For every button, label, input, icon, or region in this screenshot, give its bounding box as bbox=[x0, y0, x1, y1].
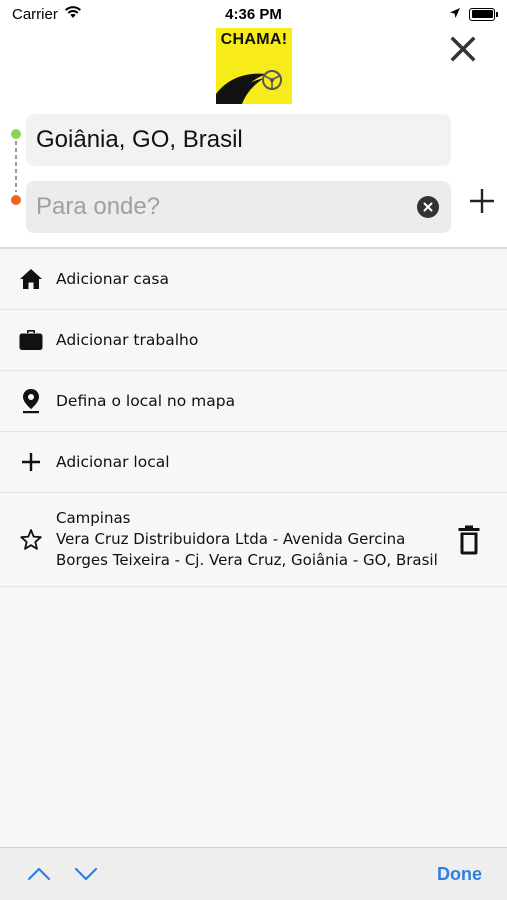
next-field-button[interactable] bbox=[72, 862, 100, 886]
saved-place-name: Campinas bbox=[56, 509, 131, 527]
road-swoosh-icon bbox=[216, 70, 282, 104]
location-arrow-icon bbox=[449, 6, 461, 23]
map-pin-icon bbox=[18, 388, 44, 414]
plus-icon bbox=[18, 449, 44, 475]
origin-value: Goiânia, GO, Brasil bbox=[36, 126, 243, 153]
origin-field[interactable]: Goiânia, GO, Brasil bbox=[26, 114, 451, 166]
list-item-add-work[interactable]: Adicionar trabalho bbox=[0, 310, 507, 371]
destination-input[interactable] bbox=[36, 193, 406, 221]
home-icon bbox=[18, 266, 44, 292]
battery-icon bbox=[469, 7, 498, 21]
chevron-up-icon bbox=[27, 867, 51, 881]
list-item-set-on-map[interactable]: Defina o local no mapa bbox=[0, 371, 507, 432]
plus-icon bbox=[470, 189, 494, 213]
saved-place-address: Vera Cruz Distribuidora Ltda - Avenida G… bbox=[56, 530, 438, 569]
list-item-label: Adicionar local bbox=[56, 453, 170, 471]
route-line bbox=[11, 129, 21, 205]
previous-field-button[interactable] bbox=[25, 862, 53, 886]
wifi-icon bbox=[64, 5, 82, 23]
list-item-add-home[interactable]: Adicionar casa bbox=[0, 249, 507, 310]
close-icon bbox=[450, 36, 476, 62]
clear-icon bbox=[423, 202, 433, 212]
status-bar: Carrier 4:36 PM bbox=[0, 0, 507, 28]
status-left: Carrier bbox=[12, 5, 82, 23]
destination-field[interactable] bbox=[26, 181, 451, 233]
app-logo: CHAMA! bbox=[216, 28, 292, 104]
destination-dot bbox=[11, 195, 21, 205]
saved-place-item[interactable]: Campinas Vera Cruz Distribuidora Ltda - … bbox=[0, 493, 507, 587]
done-button[interactable]: Done bbox=[437, 864, 482, 885]
status-right bbox=[449, 6, 498, 23]
keyboard-toolbar: Done bbox=[0, 847, 507, 900]
list-item-label: Adicionar trabalho bbox=[56, 331, 199, 349]
add-stop-button[interactable] bbox=[466, 185, 498, 217]
briefcase-icon bbox=[18, 327, 44, 353]
list-item-label: Defina o local no mapa bbox=[56, 392, 236, 410]
origin-dot bbox=[11, 129, 21, 139]
close-button[interactable] bbox=[444, 30, 482, 68]
clear-destination-button[interactable] bbox=[417, 196, 439, 218]
places-list: Adicionar casa Adicionar trabalho Defina… bbox=[0, 249, 507, 847]
trash-icon bbox=[458, 525, 480, 555]
list-item-label: Adicionar casa bbox=[56, 270, 170, 288]
chevron-down-icon bbox=[74, 867, 98, 881]
carrier-label: Carrier bbox=[12, 5, 58, 23]
delete-saved-place-button[interactable] bbox=[454, 523, 484, 557]
star-outline-icon bbox=[18, 527, 44, 553]
list-item-add-place[interactable]: Adicionar local bbox=[0, 432, 507, 493]
